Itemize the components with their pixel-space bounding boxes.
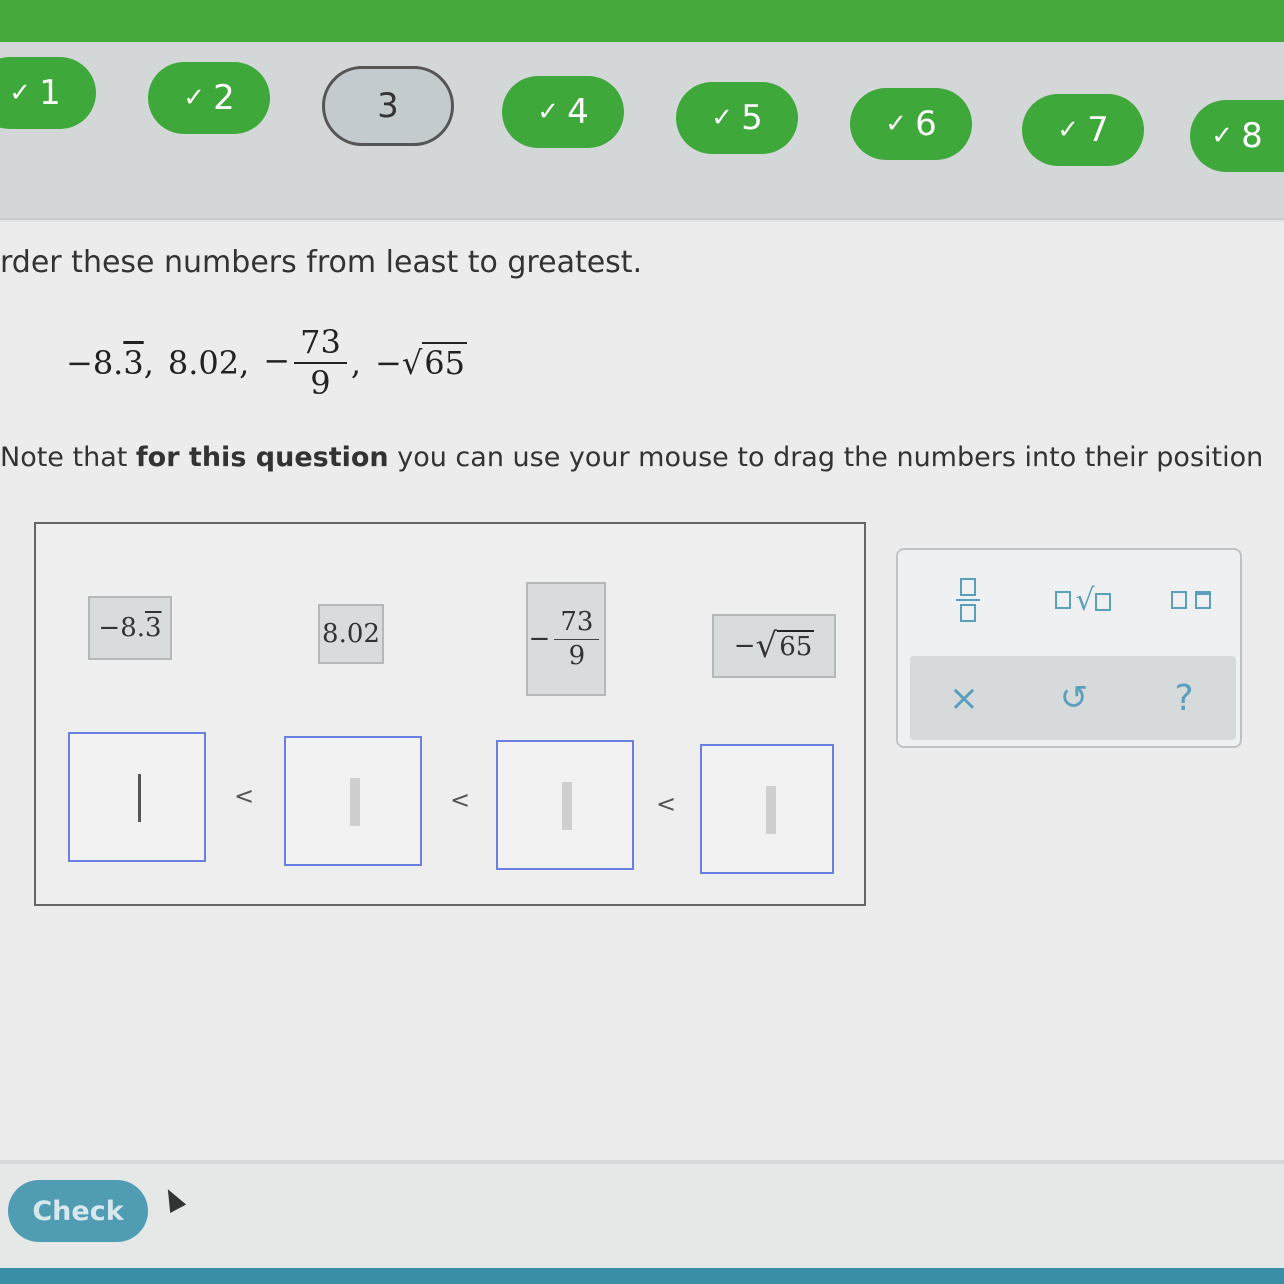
draggable-tile-repeating-decimal[interactable]: −8. 3 [88, 596, 172, 660]
undo-icon[interactable]: ↺ [1044, 666, 1104, 730]
checkmark-icon: ✓ [537, 97, 560, 127]
number-square-root: −√65 [375, 342, 467, 382]
draggable-tile-fraction[interactable]: −73 9 [526, 582, 606, 696]
nav-question-3-current[interactable]: 3 [322, 66, 454, 146]
nav-question-4[interactable]: ✓ 4 [502, 76, 624, 148]
less-than-sign: < [234, 782, 255, 810]
checkmark-icon: ✓ [1211, 121, 1234, 151]
checkmark-icon: ✓ [1057, 115, 1080, 145]
footer [0, 1164, 1284, 1284]
top-bar [0, 0, 1284, 42]
fraction-tool-icon[interactable] [938, 570, 998, 630]
nav-question-6[interactable]: ✓ 6 [850, 88, 972, 160]
nav-question-8[interactable]: ✓ 8 [1190, 100, 1284, 172]
text-cursor [138, 774, 141, 822]
question-prompt: rder these numbers from least to greates… [0, 245, 643, 280]
palette-actions: × ↺ ? [910, 656, 1236, 740]
less-than-sign: < [656, 790, 677, 818]
clear-icon[interactable]: × [934, 666, 994, 730]
number-repeating-decimal: −8.3 [66, 344, 144, 382]
draggable-tile-square-root[interactable]: − √ 65 [712, 614, 836, 678]
math-palette: √ × ↺ ? [896, 548, 1242, 748]
number-decimal: 8.02 [167, 344, 240, 382]
checkmark-icon: ✓ [885, 109, 908, 139]
number-fraction: −73 9 [263, 324, 351, 401]
nav-question-7[interactable]: ✓ 7 [1022, 94, 1144, 166]
repeating-decimal-tool-icon[interactable] [1156, 570, 1226, 630]
nav-question-2[interactable]: ✓ 2 [148, 62, 270, 134]
nav-question-5[interactable]: ✓ 5 [676, 82, 798, 154]
answer-slot-3[interactable] [496, 740, 634, 870]
less-than-sign: < [450, 786, 471, 814]
answer-slot-2[interactable] [284, 736, 422, 866]
checkmark-icon: ✓ [711, 103, 734, 133]
checkmark-icon: ✓ [183, 83, 206, 113]
question-nav: ✓ 1 ✓ 2 3 ✓ 4 ✓ 5 ✓ 6 ✓ 7 ✓ 8 [0, 42, 1284, 220]
radical-tool-icon[interactable]: √ [1038, 570, 1128, 630]
bottom-bar [0, 1268, 1284, 1284]
checkmark-icon: ✓ [9, 78, 32, 108]
drag-instruction: Note that for this question you can use … [0, 442, 1264, 473]
nav-question-1[interactable]: ✓ 1 [0, 57, 96, 129]
answer-slot-1[interactable] [68, 732, 206, 862]
help-icon[interactable]: ? [1154, 666, 1214, 730]
drag-drop-area: −8. 3 8.02 −73 9 − √ 65 < < < [34, 522, 866, 906]
check-button[interactable]: Check [8, 1180, 148, 1242]
answer-slot-4[interactable] [700, 744, 834, 874]
numbers-to-order: −8.3, 8.02, −73 9, −√65 [66, 322, 467, 402]
draggable-tile-decimal[interactable]: 8.02 [318, 604, 384, 664]
